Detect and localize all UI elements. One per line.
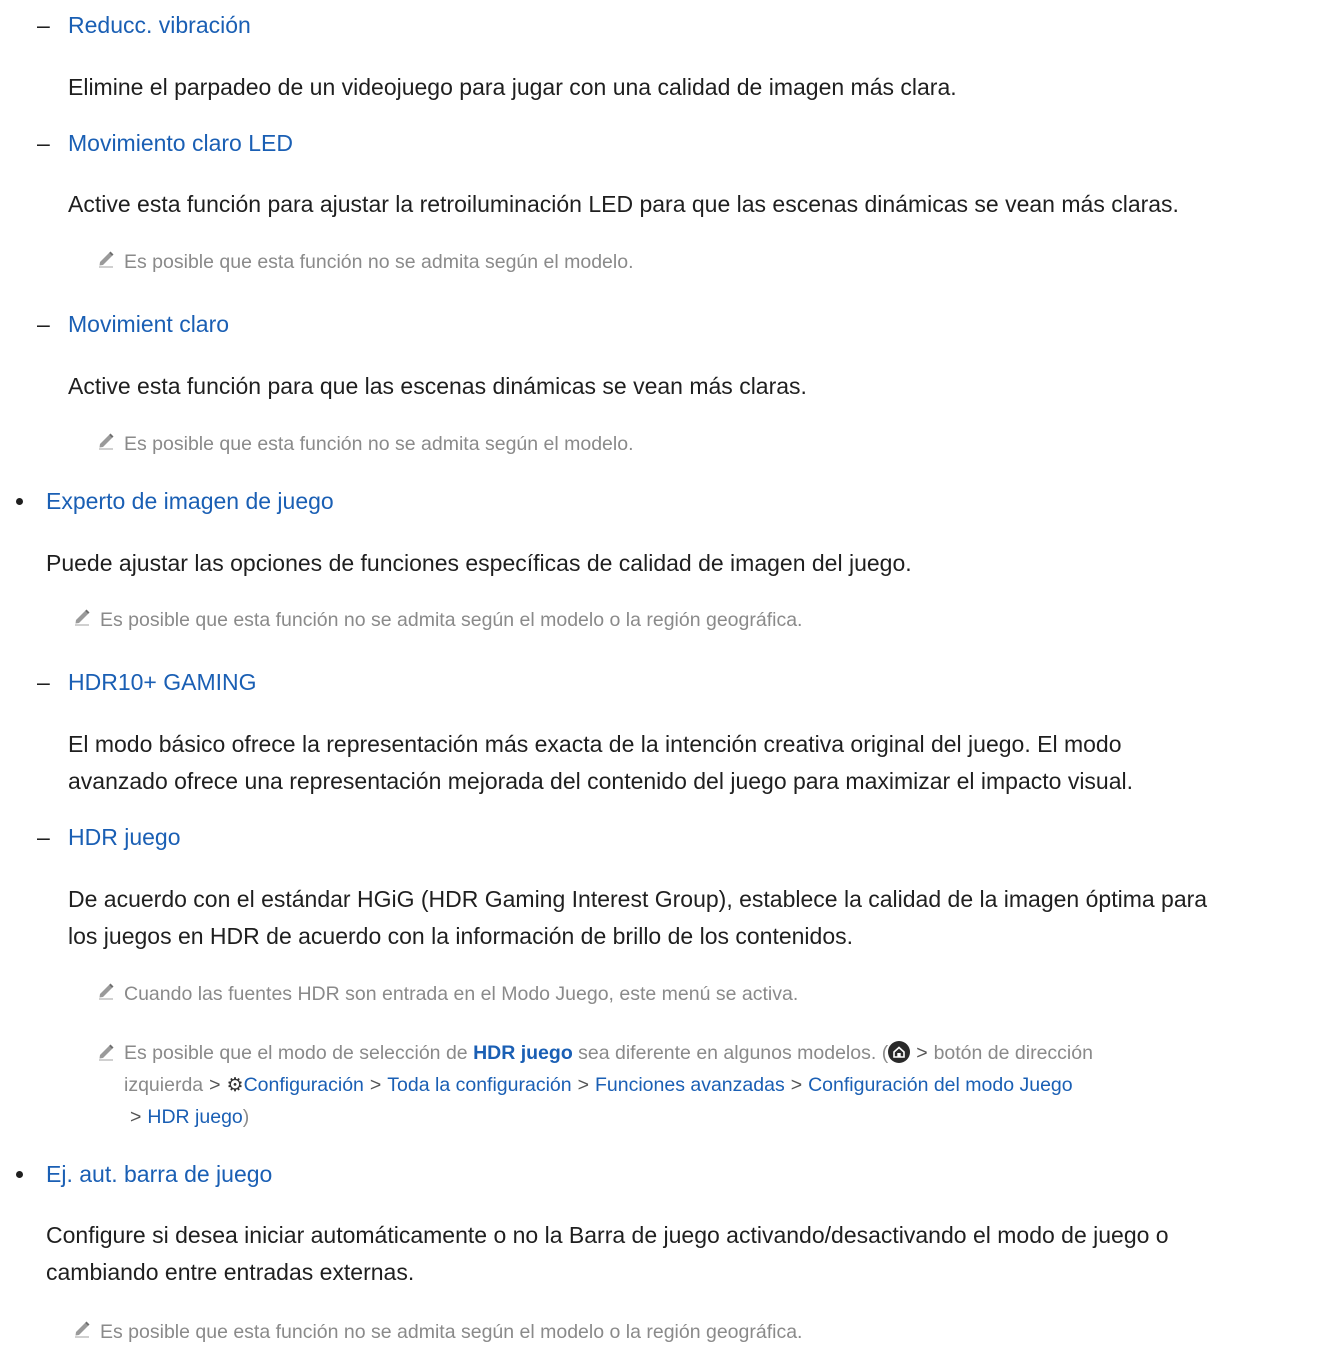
- movimient-claro-desc: Active esta función para que las escenas…: [68, 373, 807, 399]
- experto-imagen-juego-desc: Puede ajustar las opciones de funciones …: [46, 550, 912, 576]
- note2-dir: botón de dirección: [933, 1042, 1093, 1064]
- pencil-note-icon: [96, 1041, 116, 1061]
- movimient-claro-note: Es posible que esta función no se admita…: [124, 433, 634, 455]
- hdr-juego-desc-line1: De acuerdo con el estándar HGiG (HDR Gam…: [68, 886, 1208, 912]
- note2-hdr-juego-link[interactable]: HDR juego: [473, 1042, 573, 1064]
- movimiento-claro-led-title[interactable]: Movimiento claro LED: [68, 126, 293, 161]
- pencil-note-icon: [96, 980, 116, 1000]
- hdr10-gaming-desc-line2: avanzado ofrece una representación mejor…: [68, 768, 1134, 794]
- chevron-right-icon: >: [916, 1042, 928, 1064]
- note2-izq: izquierda: [124, 1074, 204, 1096]
- chevron-right-icon: >: [130, 1106, 142, 1128]
- dash-bullet: –: [37, 130, 50, 156]
- reducc-vibracion-title[interactable]: Reducc. vibración: [68, 8, 251, 43]
- hdr-juego-desc-line2: los juegos en HDR de acuerdo con la info…: [68, 923, 854, 949]
- dash-bullet: –: [37, 669, 50, 695]
- movimiento-claro-led-desc: Active esta función para ajustar la retr…: [68, 191, 1179, 217]
- path-funciones-avanzadas[interactable]: Funciones avanzadas: [595, 1074, 785, 1096]
- bullet-dot: [16, 1171, 23, 1178]
- pencil-note-icon: [72, 606, 92, 626]
- experto-imagen-juego-note: Es posible que esta función no se admita…: [100, 609, 803, 631]
- experto-imagen-juego-title[interactable]: Experto de imagen de juego: [46, 484, 334, 519]
- path-configuracion[interactable]: Configuración: [244, 1074, 364, 1096]
- close-paren: ): [242, 1106, 250, 1128]
- chevron-right-icon: >: [577, 1074, 589, 1096]
- chevron-right-icon: >: [790, 1074, 803, 1096]
- home-icon: [888, 1041, 911, 1063]
- path-hdr-juego[interactable]: HDR juego: [147, 1106, 242, 1128]
- chevron-right-icon: >: [209, 1074, 221, 1096]
- chevron-right-icon: >: [369, 1074, 382, 1096]
- ej-aut-barra-juego-desc-line1: Configure si desea iniciar automáticamen…: [46, 1222, 1169, 1248]
- note2-post: sea diferente en algunos modelos. (: [572, 1042, 889, 1064]
- ej-aut-barra-juego-title[interactable]: Ej. aut. barra de juego: [46, 1157, 272, 1192]
- dash-bullet: –: [37, 12, 50, 38]
- pencil-note-icon: [72, 1318, 92, 1338]
- hdr10-gaming-title[interactable]: HDR10+ GAMING: [68, 665, 257, 700]
- bullet-dot: [16, 498, 23, 505]
- dash-bullet: –: [37, 824, 50, 850]
- ej-aut-barra-juego-note: Es posible que esta función no se admita…: [100, 1321, 803, 1343]
- note2-pre: Es posible que el modo de selección de: [124, 1042, 474, 1064]
- hdr-juego-note2-line2: izquierda > ⚙Configuración > Toda la configu…: [124, 1070, 1073, 1101]
- dash-bullet: –: [37, 311, 50, 337]
- pencil-note-icon: [96, 248, 116, 268]
- hdr-juego-note2-line3: > HDR juego): [130, 1102, 249, 1132]
- hdr-juego-title[interactable]: HDR juego: [68, 820, 181, 855]
- path-config-modo-juego[interactable]: Configuración del modo Juego: [808, 1074, 1073, 1096]
- hdr-juego-note1: Cuando las fuentes HDR son entrada en el…: [124, 983, 799, 1005]
- movimiento-claro-led-note: Es posible que esta función no se admita…: [124, 251, 634, 273]
- movimient-claro-title[interactable]: Movimient claro: [68, 307, 229, 342]
- pencil-note-icon: [96, 430, 116, 450]
- path-toda-configuracion[interactable]: Toda la configuración: [387, 1074, 571, 1096]
- gear-icon: ⚙: [226, 1075, 244, 1096]
- hdr10-gaming-desc-line1: El modo básico ofrece la representación …: [68, 731, 1122, 757]
- ej-aut-barra-juego-desc-line2: cambiando entre entradas externas.: [46, 1259, 415, 1285]
- hdr-juego-note2-line1: Es posible que el modo de selección de H…: [124, 1038, 1093, 1068]
- reducc-vibracion-desc: Elimine el parpadeo de un videojuego par…: [68, 74, 957, 100]
